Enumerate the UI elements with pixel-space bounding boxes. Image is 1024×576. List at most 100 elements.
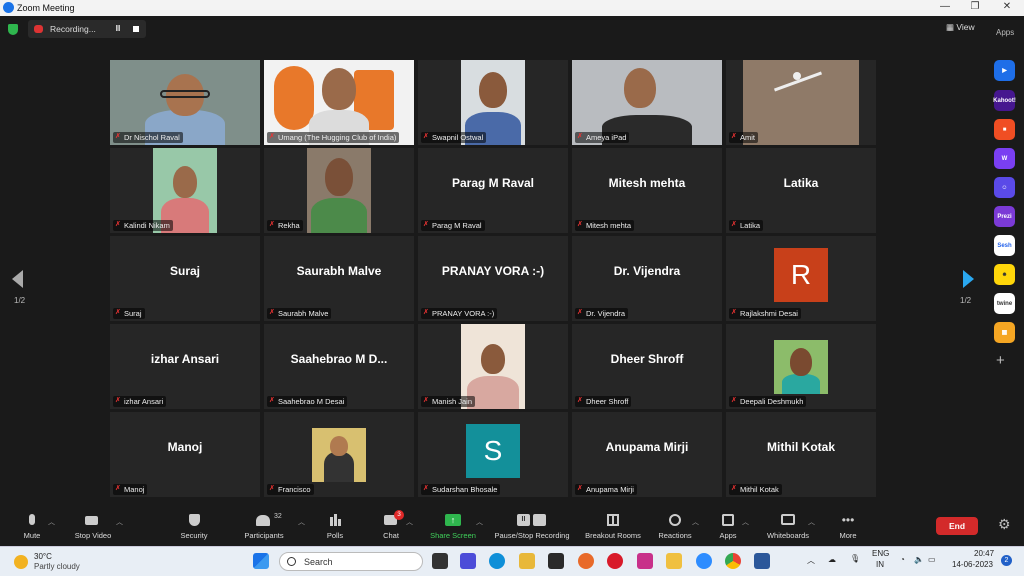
participant-name: Amit ✗ [729, 132, 758, 143]
clock-time[interactable]: 20:47 [974, 549, 994, 558]
participant-tile[interactable]: Swapnil Ostwal ✗ [418, 60, 568, 145]
chat-options-chevron-icon[interactable]: ︿ [406, 517, 413, 527]
opera-icon[interactable] [607, 553, 623, 569]
app-icon[interactable]: ☺ [994, 177, 1015, 198]
pause-stop-recording-button[interactable]: II Pause/Stop Recording [492, 512, 572, 544]
view-button[interactable]: ▦ View [946, 22, 975, 33]
file-explorer-icon[interactable] [519, 553, 535, 569]
participants-options-chevron-icon[interactable]: ︿ [298, 517, 305, 527]
kahoot-app-icon[interactable]: Kahoot! [993, 90, 1016, 111]
participant-tile[interactable]: Manish Jain ✗ [418, 324, 568, 409]
add-app-icon[interactable]: + [996, 352, 1005, 369]
mute-button[interactable]: Mute [18, 512, 46, 544]
participants-button[interactable]: 32 Participants [242, 512, 286, 544]
participant-tile[interactable]: Dr Nischol Raval ✗ [110, 60, 260, 145]
participant-tile[interactable]: Mithil Kotak Mithil Kotak ✗ [726, 412, 876, 497]
folder-icon[interactable] [666, 553, 682, 569]
participant-tile[interactable]: PRANAY VORA :-) PRANAY VORA :-) ✗ [418, 236, 568, 321]
participant-name: Francisco ✗ [267, 484, 314, 495]
prezi-app-icon[interactable]: Prezi [994, 206, 1015, 227]
participant-name: Suraj ✗ [113, 308, 145, 319]
minimize-button[interactable]: — [930, 1, 960, 12]
end-meeting-button[interactable]: End [936, 517, 978, 535]
participant-tile[interactable]: Amit ✗ [726, 60, 876, 145]
wifi-icon[interactable]: ◔ [900, 555, 905, 564]
restore-button[interactable]: ❐ [960, 1, 990, 12]
video-options-chevron-icon[interactable]: ︿ [116, 517, 123, 527]
wakelet-app-icon[interactable]: W [994, 148, 1015, 169]
next-page-arrow-icon[interactable] [963, 270, 974, 288]
settings-gear-icon[interactable]: ⚙ [998, 516, 1011, 533]
store-icon[interactable] [548, 553, 564, 569]
windows-start-icon[interactable] [253, 553, 269, 569]
firefox-icon[interactable] [578, 553, 594, 569]
muted-mic-icon: ✗ [269, 221, 275, 228]
whiteboards-options-chevron-icon[interactable]: ︿ [808, 517, 815, 527]
word-icon[interactable] [754, 553, 770, 569]
edge-icon[interactable] [489, 553, 505, 569]
participant-tile[interactable]: Deepali Deshmukh ✗ [726, 324, 876, 409]
participant-name: Sudarshan Bhosale ✗ [421, 484, 501, 495]
app-icon[interactable]: ■ [994, 119, 1015, 140]
twine-app-icon[interactable]: twine [994, 293, 1015, 314]
share-screen-button[interactable]: ↑ Share Screen [428, 512, 478, 544]
volume-icon[interactable]: 🔈 [914, 555, 924, 564]
chrome-icon[interactable] [725, 553, 741, 569]
participant-display-name: Dheer Shroff [610, 352, 684, 366]
whiteboards-button[interactable]: Whiteboards [764, 512, 812, 544]
onedrive-icon[interactable]: ☁ [828, 555, 836, 564]
stop-video-button[interactable]: Stop Video [72, 512, 114, 544]
mute-options-chevron-icon[interactable]: ︿ [48, 517, 55, 527]
participant-tile[interactable]: Umang (The Hugging Club of India) ✗ [264, 60, 414, 145]
participant-tile[interactable]: Anupama Mirji Anupama Mirji ✗ [572, 412, 722, 497]
pause-recording-icon[interactable]: II [112, 23, 124, 35]
participant-tile[interactable]: S Sudarshan Bhosale ✗ [418, 412, 568, 497]
notification-badge[interactable]: 2 [1001, 555, 1012, 566]
apps-options-chevron-icon[interactable]: ︿ [742, 517, 749, 527]
language-indicator[interactable]: ENG [872, 549, 889, 558]
participant-tile[interactable]: Rekha ✗ [264, 148, 414, 233]
participant-tile[interactable]: Latika Latika ✗ [726, 148, 876, 233]
participant-tile[interactable]: Saurabh Malve Saurabh Malve ✗ [264, 236, 414, 321]
close-button[interactable]: ✕ [992, 1, 1022, 12]
zoom-taskbar-icon[interactable] [696, 553, 712, 569]
emoji-app-icon[interactable]: ☻ [994, 264, 1015, 285]
breakout-rooms-button[interactable]: Breakout Rooms [583, 512, 643, 544]
prev-page-arrow-icon[interactable] [12, 270, 23, 288]
participant-tile[interactable]: Francisco ✗ [264, 412, 414, 497]
task-view-icon[interactable] [432, 553, 448, 569]
participant-tile[interactable]: Dheer Shroff Dheer Shroff ✗ [572, 324, 722, 409]
more-button[interactable]: ••• More [836, 512, 860, 544]
polls-button[interactable]: Polls [322, 512, 348, 544]
tray-chevron-icon[interactable]: ︿ [807, 555, 815, 566]
teams-icon[interactable] [460, 553, 476, 569]
participant-tile[interactable]: Mitesh mehta Mitesh mehta ✗ [572, 148, 722, 233]
participant-tile[interactable]: Manoj Manoj ✗ [110, 412, 260, 497]
muted-mic-icon: ✗ [731, 485, 737, 492]
reactions-button[interactable]: Reactions [658, 512, 692, 544]
share-options-chevron-icon[interactable]: ︿ [476, 517, 483, 527]
participant-tile[interactable]: Kalindi Nikam ✗ [110, 148, 260, 233]
participant-tile[interactable]: Parag M Raval Parag M Raval ✗ [418, 148, 568, 233]
participant-name: Kalindi Nikam ✗ [113, 220, 173, 231]
participant-tile[interactable]: Suraj Suraj ✗ [110, 236, 260, 321]
participant-tile[interactable]: Ameya iPad ✗ [572, 60, 722, 145]
reactions-options-chevron-icon[interactable]: ︿ [692, 517, 699, 527]
sesh-app-icon[interactable]: Sesh [994, 235, 1015, 256]
instagram-icon[interactable] [637, 553, 653, 569]
security-shield-icon[interactable] [8, 24, 18, 35]
microphone-tray-icon[interactable]: 🎙 [850, 554, 860, 563]
share-screen-label: Share Screen [430, 531, 476, 540]
app-icon[interactable]: ▦ [994, 322, 1015, 343]
chat-button[interactable]: 3 Chat [380, 510, 404, 544]
apps-button[interactable]: Apps [716, 512, 740, 544]
participant-tile[interactable]: Dr. Vijendra Dr. Vijendra ✗ [572, 236, 722, 321]
security-button[interactable]: Security [178, 512, 210, 544]
stop-recording-icon[interactable] [130, 23, 142, 35]
taskbar-search[interactable]: Search [279, 552, 423, 571]
participant-tile[interactable]: izhar Ansari izhar Ansari ✗ [110, 324, 260, 409]
participant-tile[interactable]: R Rajlakshmi Desai ✗ [726, 236, 876, 321]
participant-tile[interactable]: Saahebrao M D... Saahebrao M Desai ✗ [264, 324, 414, 409]
app-launcher-icon[interactable]: ▶ [994, 60, 1015, 81]
battery-icon[interactable]: ▭ [928, 555, 936, 564]
